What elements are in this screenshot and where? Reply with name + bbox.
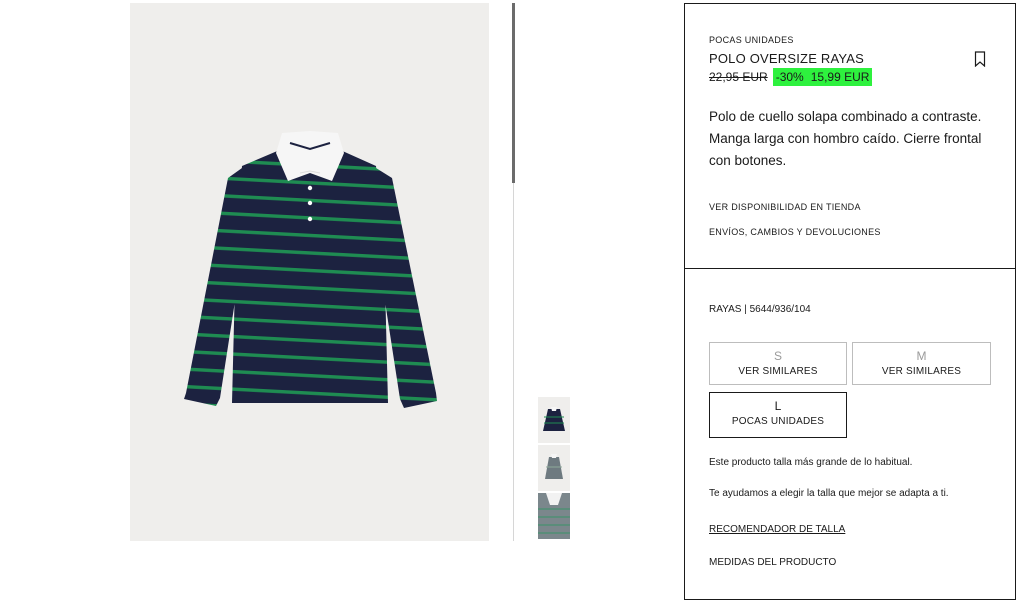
size-label: L <box>774 399 782 413</box>
product-measures-link[interactable]: MEDIDAS DEL PRODUCTO <box>709 557 836 568</box>
bookmark-icon[interactable] <box>974 51 986 68</box>
current-price: 15,99 EUR <box>810 69 870 84</box>
size-note: VER SIMILARES <box>738 366 818 377</box>
size-recommender-link[interactable]: RECOMENDADOR DE TALLA <box>709 524 845 535</box>
original-price: 22,95 EUR <box>709 69 768 84</box>
price-row: 22,95 EUR -30% 15,99 EUR <box>709 67 873 86</box>
image-scroll-thumb[interactable] <box>512 3 515 183</box>
size-option-l[interactable]: L POCAS UNIDADES <box>709 392 847 438</box>
thumbnail-1[interactable] <box>538 397 570 443</box>
stock-status: POCAS UNIDADES <box>709 35 794 45</box>
product-info-panel: POCAS UNIDADES POLO OVERSIZE RAYAS 22,95… <box>684 3 1016 269</box>
size-note: POCAS UNIDADES <box>731 416 825 427</box>
size-help-text: Te ayudamos a elegir la talla que mejor … <box>709 488 949 499</box>
product-main-image[interactable] <box>130 3 489 541</box>
color-reference: RAYAS | 5644/936/104 <box>709 304 811 315</box>
sale-price-badge: -30% 15,99 EUR <box>772 67 873 86</box>
shipping-returns-link[interactable]: ENVÍOS, CAMBIOS Y DEVOLUCIONES <box>709 227 881 237</box>
size-option-m[interactable]: M VER SIMILARES <box>852 342 991 385</box>
discount-percentage: -30% <box>775 69 804 84</box>
size-selection-panel: RAYAS | 5644/936/104 S VER SIMILARES M V… <box>684 268 1016 600</box>
thumbnail-3[interactable] <box>538 493 570 539</box>
store-availability-link[interactable]: VER DISPONIBILIDAD EN TIENDA <box>709 202 861 212</box>
size-label: M <box>916 349 927 363</box>
size-label: S <box>773 349 782 363</box>
fit-note: Este producto talla más grande de lo hab… <box>709 457 913 468</box>
product-description: Polo de cuello solapa combinado a contra… <box>709 109 982 168</box>
thumbnail-2[interactable] <box>538 445 570 491</box>
size-option-s[interactable]: S VER SIMILARES <box>709 342 847 385</box>
size-note: VER SIMILARES <box>881 366 962 377</box>
product-title: POLO OVERSIZE RAYAS <box>709 51 865 66</box>
